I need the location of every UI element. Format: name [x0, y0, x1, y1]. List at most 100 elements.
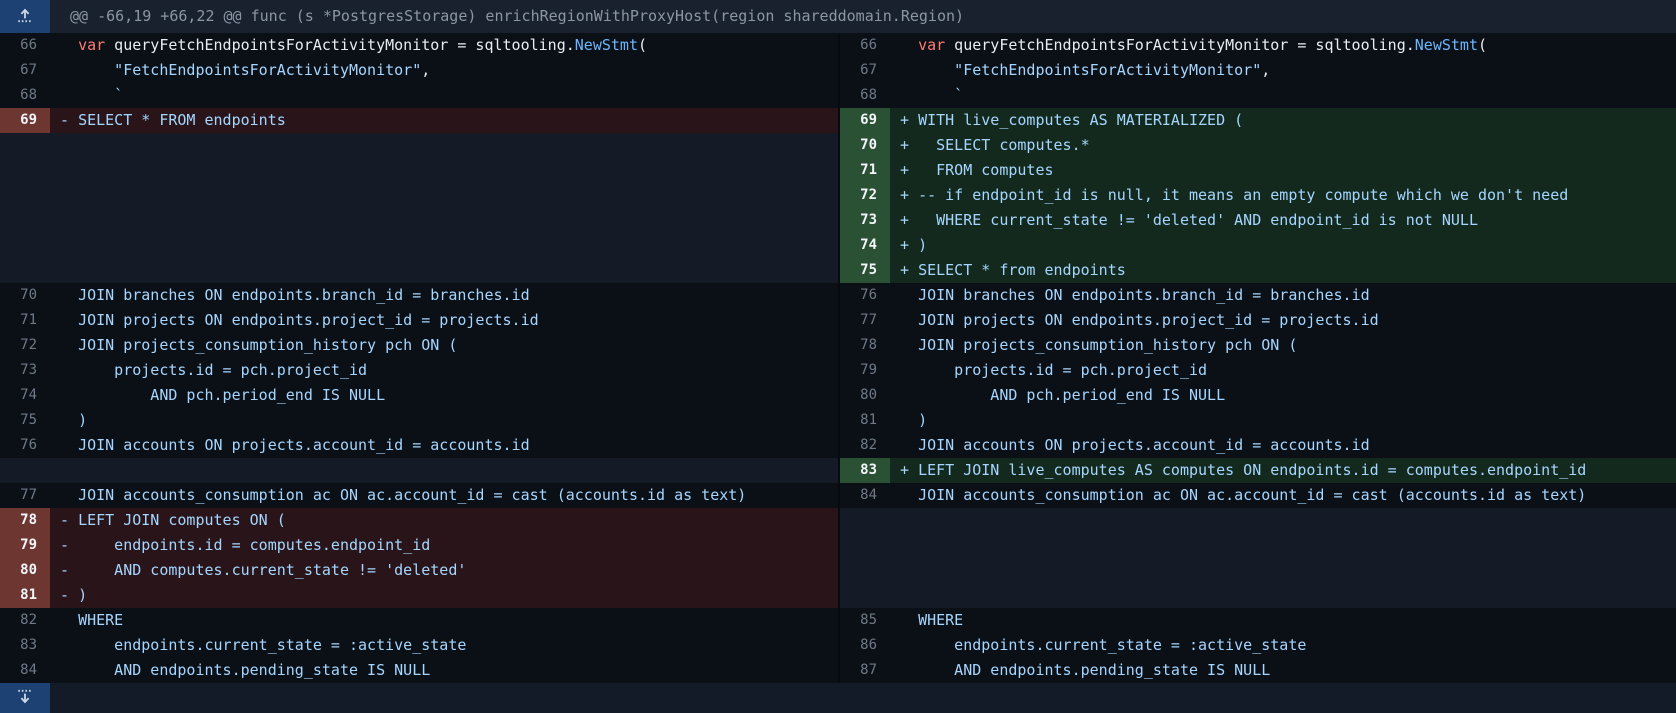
- line-number[interactable]: 78: [840, 333, 890, 358]
- line-number[interactable]: 79: [840, 358, 890, 383]
- code-line: + -- if endpoint_id is null, it means an…: [890, 183, 1676, 208]
- code-line: JOIN accounts ON projects.account_id = a…: [50, 433, 838, 458]
- code-line: + WITH live_computes AS MATERIALIZED (: [890, 108, 1676, 133]
- code-token: queryFetchEndpointsForActivityMonitor = …: [105, 36, 575, 54]
- line-number[interactable]: 78: [0, 508, 50, 533]
- diff-cell-left: [0, 158, 838, 183]
- code-token: ,: [1261, 61, 1270, 79]
- code-line: + ): [890, 233, 1676, 258]
- diff-cell-left: 82 WHERE: [0, 608, 838, 633]
- diff-marker: [900, 361, 918, 379]
- code-line: - LEFT JOIN computes ON (: [50, 508, 838, 533]
- diff-row: 71 + FROM computes: [0, 158, 1676, 183]
- code-token: JOIN branches ON endpoints.branch_id = b…: [78, 286, 530, 304]
- line-number[interactable]: 77: [0, 483, 50, 508]
- line-number[interactable]: 82: [0, 608, 50, 633]
- diff-cell-left: 66 var queryFetchEndpointsForActivityMon…: [0, 33, 838, 58]
- diff-marker: [60, 636, 78, 654]
- line-number[interactable]: 74: [0, 383, 50, 408]
- code-line: - SELECT * FROM endpoints: [50, 108, 838, 133]
- line-number[interactable]: 77: [840, 308, 890, 333]
- line-number[interactable]: 85: [840, 608, 890, 633]
- line-number[interactable]: 71: [840, 158, 890, 183]
- diff-marker: +: [900, 161, 918, 179]
- diff-marker: +: [900, 261, 918, 279]
- line-number[interactable]: 72: [840, 183, 890, 208]
- line-number[interactable]: 81: [840, 408, 890, 433]
- code-token: FROM computes: [918, 161, 1053, 179]
- line-number[interactable]: 68: [0, 83, 50, 108]
- hunk-header: @@ -66,19 +66,22 @@ func (s *PostgresSto…: [0, 0, 1676, 33]
- line-number[interactable]: 73: [840, 208, 890, 233]
- code-token: JOIN projects ON endpoints.project_id = …: [78, 311, 539, 329]
- line-number[interactable]: 73: [0, 358, 50, 383]
- line-number[interactable]: 75: [0, 408, 50, 433]
- line-number[interactable]: 68: [840, 83, 890, 108]
- diff-cell-right: 83+ LEFT JOIN live_computes AS computes …: [838, 458, 1676, 483]
- expand-down-button[interactable]: [0, 683, 50, 713]
- diff-cell-right: 79 projects.id = pch.project_id: [838, 358, 1676, 383]
- line-number[interactable]: 81: [0, 583, 50, 608]
- line-number[interactable]: 70: [840, 133, 890, 158]
- line-number[interactable]: 70: [0, 283, 50, 308]
- diff-marker: -: [60, 536, 78, 554]
- code-line: [50, 258, 838, 283]
- code-token: projects.id = pch.project_id: [78, 361, 367, 379]
- code-line: - endpoints.id = computes.endpoint_id: [50, 533, 838, 558]
- diff-cell-right: 84 JOIN accounts_consumption ac ON ac.ac…: [838, 483, 1676, 508]
- line-number[interactable]: 69: [0, 108, 50, 133]
- diff-marker: [900, 36, 918, 54]
- code-line: AND pch.period_end IS NULL: [50, 383, 838, 408]
- diff-cell-left: 75 ): [0, 408, 838, 433]
- diff-row: 78- LEFT JOIN computes ON (: [0, 508, 1676, 533]
- line-number[interactable]: 74: [840, 233, 890, 258]
- diff-cell-left: [0, 208, 838, 233]
- line-number[interactable]: 72: [0, 333, 50, 358]
- line-number[interactable]: 66: [0, 33, 50, 58]
- diff-row: 72 JOIN projects_consumption_history pch…: [0, 333, 1676, 358]
- expand-up-button[interactable]: [0, 0, 50, 33]
- code-line: AND endpoints.pending_state IS NULL: [890, 658, 1676, 683]
- line-number[interactable]: 76: [0, 433, 50, 458]
- diff-cell-right: [838, 583, 1676, 608]
- line-number[interactable]: 84: [0, 658, 50, 683]
- line-number[interactable]: 75: [840, 258, 890, 283]
- line-number[interactable]: 76: [840, 283, 890, 308]
- line-number[interactable]: 83: [840, 458, 890, 483]
- code-token: (: [638, 36, 647, 54]
- line-number[interactable]: 71: [0, 308, 50, 333]
- line-number[interactable]: 79: [0, 533, 50, 558]
- diff-marker: +: [900, 236, 918, 254]
- line-number[interactable]: 66: [840, 33, 890, 58]
- code-line: `: [50, 83, 838, 108]
- line-number[interactable]: 80: [840, 383, 890, 408]
- diff-marker: -: [60, 111, 78, 129]
- line-number[interactable]: 87: [840, 658, 890, 683]
- diff-cell-left: 71 JOIN projects ON endpoints.project_id…: [0, 308, 838, 333]
- line-number[interactable]: 86: [840, 633, 890, 658]
- diff-row: 67 "FetchEndpointsForActivityMonitor",67…: [0, 58, 1676, 83]
- code-line: JOIN projects ON endpoints.project_id = …: [50, 308, 838, 333]
- diff-cell-left: 84 AND endpoints.pending_state IS NULL: [0, 658, 838, 683]
- line-number: [0, 133, 50, 158]
- diff-marker: [900, 86, 918, 104]
- line-number[interactable]: 84: [840, 483, 890, 508]
- code-line: JOIN branches ON endpoints.branch_id = b…: [890, 283, 1676, 308]
- diff-marker: [900, 386, 918, 404]
- code-line: "FetchEndpointsForActivityMonitor",: [890, 58, 1676, 83]
- line-number[interactable]: 83: [0, 633, 50, 658]
- diff-marker: [900, 311, 918, 329]
- line-number: [0, 233, 50, 258]
- code-token: JOIN accounts ON projects.account_id = a…: [78, 436, 530, 454]
- code-token: AND endpoints.pending_state IS NULL: [918, 661, 1270, 679]
- diff-marker: [900, 436, 918, 454]
- line-number[interactable]: 82: [840, 433, 890, 458]
- hunk-header-text: @@ -66,19 +66,22 @@ func (s *PostgresSto…: [50, 0, 964, 33]
- diff-marker: [900, 611, 918, 629]
- line-number[interactable]: 67: [840, 58, 890, 83]
- line-number[interactable]: 80: [0, 558, 50, 583]
- code-token: AND pch.period_end IS NULL: [78, 386, 385, 404]
- line-number[interactable]: 69: [840, 108, 890, 133]
- diff-cell-left: 79- endpoints.id = computes.endpoint_id: [0, 533, 838, 558]
- line-number[interactable]: 67: [0, 58, 50, 83]
